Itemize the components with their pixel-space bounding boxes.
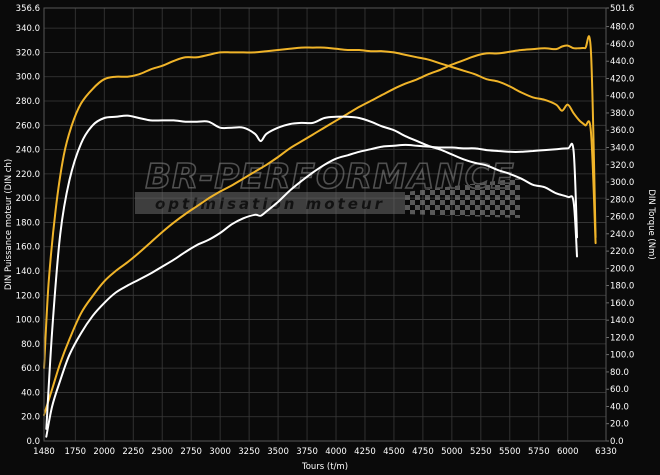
x-tick-label: 5000 — [441, 447, 463, 457]
x-tick-label: 2750 — [180, 447, 202, 457]
y-right-tick-label: 320.0 — [610, 161, 634, 171]
x-tick-label: 5250 — [470, 447, 492, 457]
x-tick-label: 2500 — [151, 447, 173, 457]
x-tick-label: 3750 — [296, 447, 318, 457]
y-left-tick-label: 280.0 — [16, 97, 40, 107]
y-right-tick-label: 180.0 — [610, 282, 634, 292]
x-tick-label: 3000 — [209, 447, 231, 457]
y-left-tick-label: 356.6 — [16, 4, 40, 14]
y-right-tick-label: 40.0 — [610, 402, 629, 412]
watermark-title: BR-PERFORMANCE — [145, 157, 515, 197]
y-left-tick-label: 160.0 — [16, 243, 40, 253]
y-right-tick-label: 360.0 — [610, 126, 634, 136]
y-left-tick-label: 0.0 — [26, 437, 40, 447]
y-right-tick-label: 440.0 — [610, 57, 634, 67]
y-right-tick-label: 120.0 — [610, 333, 634, 343]
x-axis-title: Tours (t/m) — [301, 462, 348, 472]
x-tick-label: 4750 — [412, 447, 434, 457]
y-right-tick-label: 260.0 — [610, 213, 634, 223]
y-right-tick-label: 200.0 — [610, 264, 634, 274]
y-right-tick-label: 0.0 — [610, 437, 624, 447]
dyno-chart: BR-PERFORMANCE optimisation moteur 1480 1… — [0, 0, 660, 475]
x-tick-label: 1480 — [33, 447, 55, 457]
y-left-tick-label: 120.0 — [16, 291, 40, 301]
y-left-tick-label: 220.0 — [16, 170, 40, 180]
y-right-tick-label: 460.0 — [610, 40, 634, 50]
y-left-tick-label: 180.0 — [16, 218, 40, 228]
x-tick-label: 4000 — [325, 447, 347, 457]
y-left-tick-label: 260.0 — [16, 121, 40, 131]
x-tick-label: 5750 — [528, 447, 550, 457]
chart-background — [0, 0, 660, 475]
y-left-axis-title: DIN Puissance moteur (DIN ch) — [4, 159, 14, 290]
y-right-tick-label: 140.0 — [610, 316, 634, 326]
y-right-tick-label: 100.0 — [610, 351, 634, 361]
y-right-tick-label: 501.6 — [610, 4, 634, 14]
y-left-tick-label: 300.0 — [16, 73, 40, 83]
y-left-tick-label: 100.0 — [16, 316, 40, 326]
y-left-tick-label: 40.0 — [21, 388, 40, 398]
y-right-tick-label: 380.0 — [610, 109, 634, 119]
x-tick-label: 1750 — [64, 447, 86, 457]
x-tick-label: 3250 — [238, 447, 260, 457]
y-left-tick-label: 20.0 — [21, 413, 40, 423]
y-right-tick-label: 20.0 — [610, 420, 629, 430]
x-tick-label: 3500 — [267, 447, 289, 457]
y-left-tick-label: 240.0 — [16, 146, 40, 156]
x-tick-label: 6000 — [557, 447, 579, 457]
y-right-tick-label: 340.0 — [610, 143, 634, 153]
y-left-tick-label: 340.0 — [16, 24, 40, 34]
x-tick-label: 5500 — [499, 447, 521, 457]
y-right-tick-label: 280.0 — [610, 195, 634, 205]
y-right-tick-label: 220.0 — [610, 247, 634, 257]
y-right-tick-label: 160.0 — [610, 299, 634, 309]
x-tick-label: 2250 — [122, 447, 144, 457]
y-right-tick-label: 80.0 — [610, 368, 629, 378]
y-left-tick-label: 80.0 — [21, 340, 40, 350]
y-right-tick-label: 420.0 — [610, 74, 634, 84]
y-left-tick-label: 200.0 — [16, 194, 40, 204]
y-right-tick-label: 240.0 — [610, 230, 634, 240]
y-left-tick-label: 320.0 — [16, 48, 40, 58]
y-right-tick-label: 400.0 — [610, 92, 634, 102]
x-tick-label: 4500 — [383, 447, 405, 457]
y-right-tick-label: 300.0 — [610, 178, 634, 188]
x-tick-label: 6330 — [595, 447, 617, 457]
x-tick-label: 2000 — [93, 447, 115, 457]
y-left-tick-label: 140.0 — [16, 267, 40, 277]
y-right-tick-label: 480.0 — [610, 23, 634, 33]
x-tick-label: 4250 — [354, 447, 376, 457]
y-left-tick-label: 60.0 — [21, 364, 40, 374]
y-right-axis-title: DIN Torque (Nm) — [646, 189, 656, 259]
y-right-tick-label: 60.0 — [610, 385, 629, 395]
